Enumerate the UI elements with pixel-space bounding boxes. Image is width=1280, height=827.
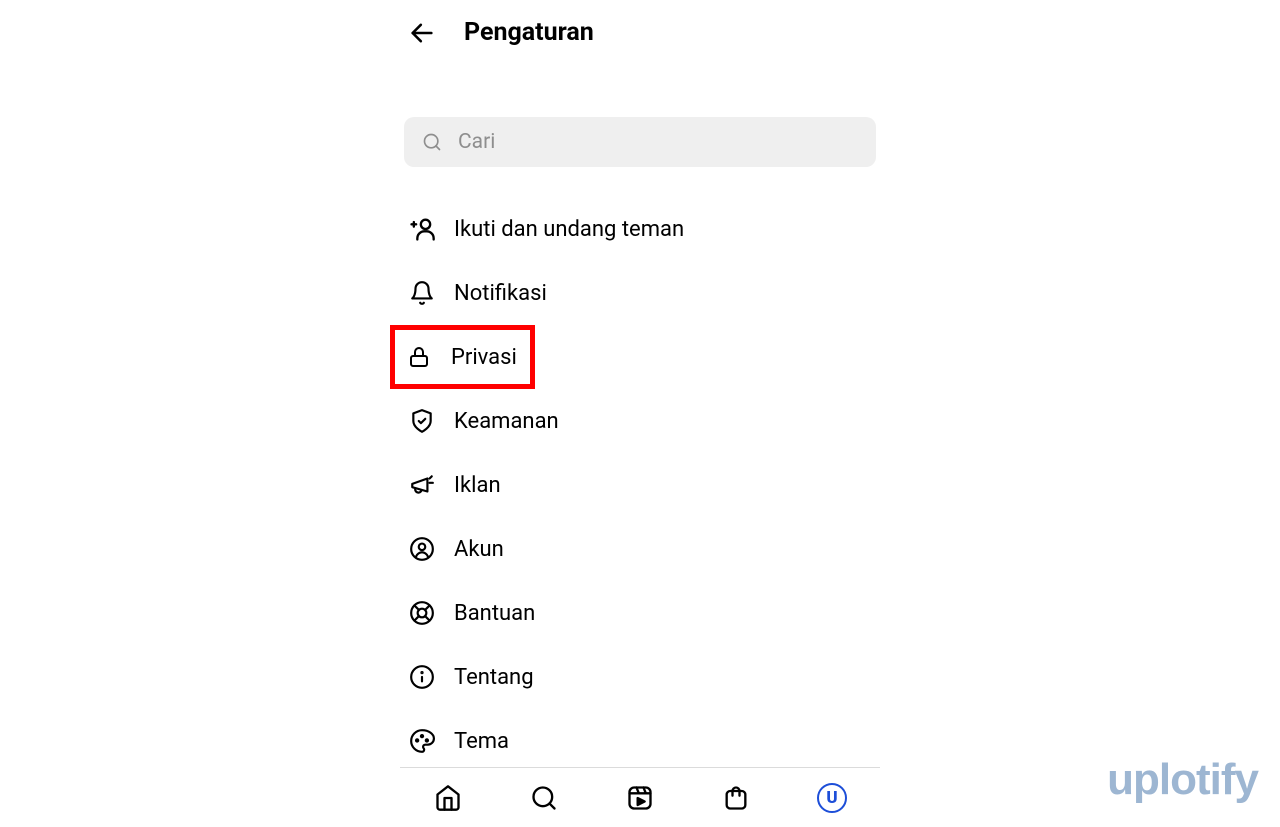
bottom-nav: U <box>400 767 880 827</box>
menu-item-theme[interactable]: Tema <box>400 709 880 773</box>
user-circle-icon <box>409 536 435 562</box>
profile-avatar-icon: U <box>817 783 847 813</box>
settings-panel: Pengaturan Ikuti dan undang teman <box>400 0 880 827</box>
menu-item-label: Bantuan <box>454 601 535 626</box>
reels-icon <box>626 784 654 812</box>
nav-home[interactable] <box>433 783 463 813</box>
menu-item-account[interactable]: Akun <box>400 517 880 581</box>
menu-item-help[interactable]: Bantuan <box>400 581 880 645</box>
search-bar[interactable] <box>404 117 876 167</box>
bell-icon <box>409 280 435 306</box>
menu-item-label: Iklan <box>454 473 501 498</box>
search-icon <box>422 132 442 152</box>
megaphone-icon <box>409 472 435 498</box>
menu-item-label: Ikuti dan undang teman <box>454 217 684 242</box>
menu-item-about[interactable]: Tentang <box>400 645 880 709</box>
menu-item-label: Notifikasi <box>454 281 547 306</box>
shopping-bag-icon <box>722 784 750 812</box>
menu-item-privacy[interactable]: Privasi <box>390 325 535 389</box>
menu-item-label: Tentang <box>454 665 534 690</box>
nav-shop[interactable] <box>721 783 751 813</box>
menu-item-security[interactable]: Keamanan <box>400 389 880 453</box>
palette-icon <box>409 728 435 754</box>
life-buoy-icon <box>409 600 435 626</box>
menu-item-label: Akun <box>454 537 504 562</box>
info-icon <box>409 664 435 690</box>
nav-reels[interactable] <box>625 783 655 813</box>
nav-profile[interactable]: U <box>817 783 847 813</box>
search-icon <box>530 784 558 812</box>
menu-item-ads[interactable]: Iklan <box>400 453 880 517</box>
profile-letter: U <box>826 788 837 808</box>
search-input[interactable] <box>458 130 858 154</box>
settings-menu-list: Ikuti dan undang teman Notifikasi Privas… <box>400 197 880 773</box>
home-icon <box>434 784 462 812</box>
lock-icon <box>407 345 431 369</box>
page-title: Pengaturan <box>464 18 594 47</box>
shield-check-icon <box>409 408 435 434</box>
menu-item-label: Tema <box>454 729 509 754</box>
back-button[interactable] <box>408 19 436 47</box>
menu-item-invite-friends[interactable]: Ikuti dan undang teman <box>400 197 880 261</box>
header-bar: Pengaturan <box>400 0 880 65</box>
nav-search[interactable] <box>529 783 559 813</box>
add-friend-icon <box>408 215 436 243</box>
menu-item-label: Keamanan <box>454 409 559 434</box>
menu-item-label: Privasi <box>451 345 517 370</box>
arrow-left-icon <box>408 19 436 47</box>
watermark: uplotify <box>1107 755 1258 805</box>
menu-item-notifications[interactable]: Notifikasi <box>400 261 880 325</box>
